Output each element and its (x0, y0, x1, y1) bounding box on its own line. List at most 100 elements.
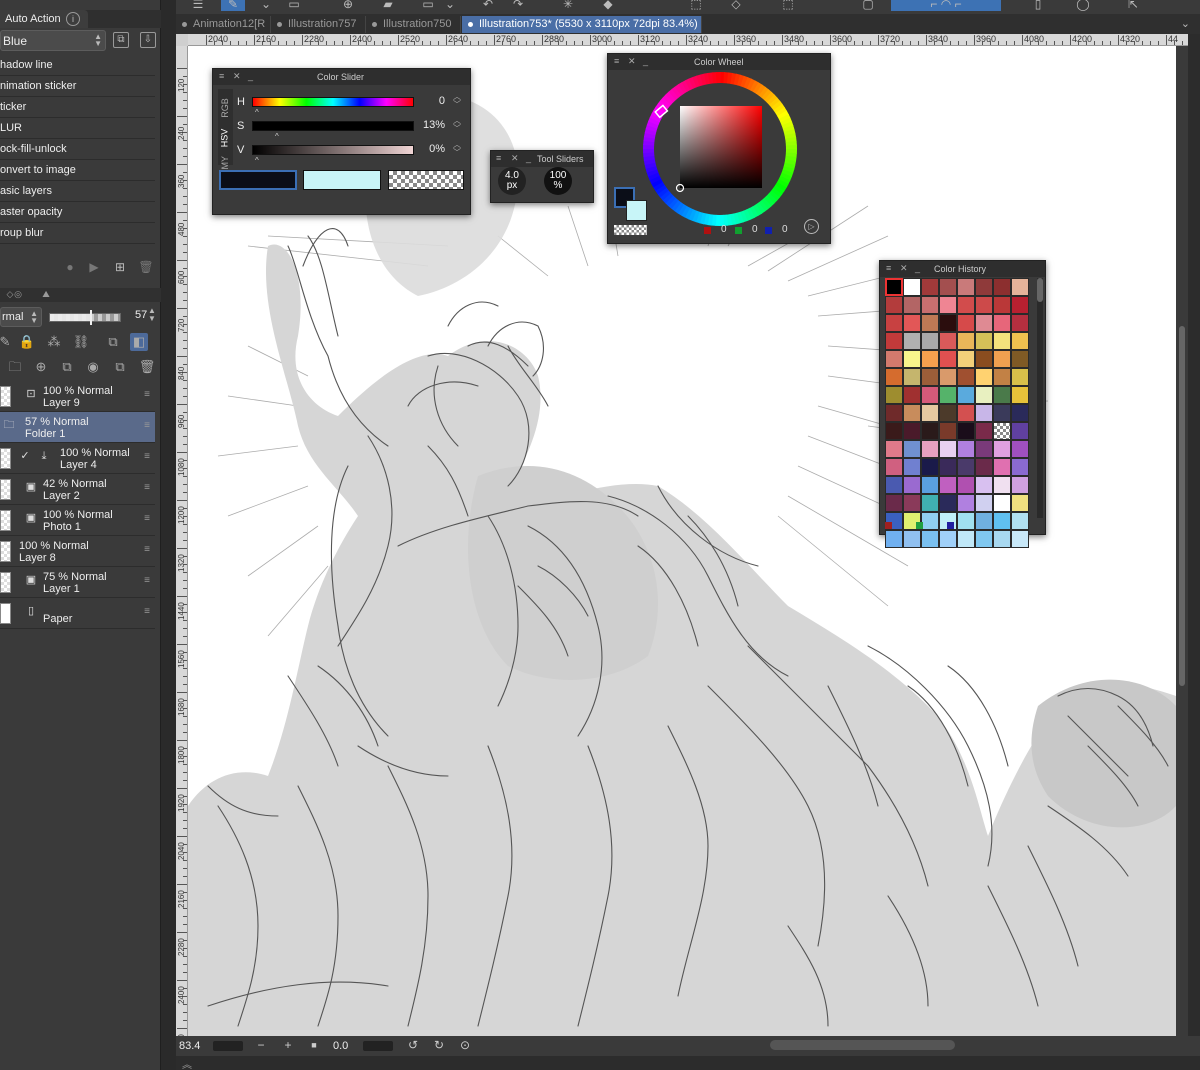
color-history-swatch[interactable] (993, 404, 1011, 422)
color-history-swatch[interactable] (939, 368, 957, 386)
layer-row[interactable]: 🗀 57 % Normal Folder 1 ≡ (0, 412, 155, 443)
trash-icon[interactable]: 🗑 (138, 358, 156, 376)
color-history-swatch[interactable] (885, 350, 903, 368)
layer-row[interactable]: ✓ ⤓ 100 % Normal Layer 4 ≡ (0, 443, 155, 474)
merge-icon[interactable]: ⧉ (58, 358, 76, 376)
value-slider[interactable] (252, 145, 414, 155)
tab-rgb[interactable]: RGB (220, 98, 230, 118)
color-history-swatch[interactable] (975, 458, 993, 476)
color-history-swatch[interactable] (957, 314, 975, 332)
layer-menu-icon[interactable]: ≡ (144, 482, 150, 493)
hue-caret-icon[interactable]: ^ (255, 108, 259, 117)
color-history-swatch[interactable] (993, 368, 1011, 386)
file-tab[interactable]: Illustration757 (271, 16, 366, 33)
vertical-scrollbar[interactable] (1176, 46, 1188, 1036)
hue-ring[interactable] (642, 71, 798, 227)
layer-menu-icon[interactable]: ≡ (144, 606, 150, 617)
zoom-slider[interactable] (213, 1041, 243, 1051)
color-history-swatch[interactable] (975, 476, 993, 494)
copy-icon[interactable]: ⧉ (113, 32, 129, 48)
zoom-out-icon[interactable]: − (254, 1038, 268, 1052)
color-history-swatch[interactable] (957, 368, 975, 386)
layer-add-icon[interactable]: ⊕ (336, 0, 360, 11)
chat-icon[interactable]: ◯ (1071, 0, 1095, 11)
color-history-swatch[interactable] (903, 476, 921, 494)
grip-icon[interactable]: ≡ (614, 56, 619, 66)
color-history-swatch[interactable] (993, 458, 1011, 476)
layer-row[interactable]: 100 % Normal Layer 8 ≡ (0, 536, 155, 567)
color-history-swatch[interactable] (939, 350, 957, 368)
color-history-swatch[interactable] (993, 476, 1011, 494)
close-icon[interactable]: ✕ (233, 71, 241, 82)
color-history-swatch[interactable] (885, 494, 903, 512)
color-history-swatch[interactable] (921, 476, 939, 494)
auto-action-item[interactable]: roup blur (0, 223, 155, 244)
blend-mode-select[interactable]: rmal ▲ ▼ (0, 307, 42, 327)
color-history-swatch[interactable] (921, 458, 939, 476)
trash-icon[interactable]: 🗑 (138, 260, 154, 276)
color-history-swatch[interactable] (885, 386, 903, 404)
selection-tools-icon[interactable]: ⌐ ◠ ⌐ (891, 0, 1001, 11)
minimize-icon[interactable]: _ (915, 263, 920, 273)
color-history-swatch[interactable] (975, 314, 993, 332)
grip-icon[interactable]: ≡ (886, 263, 891, 273)
color-history-swatch[interactable] (957, 530, 975, 548)
color-history-swatch[interactable] (993, 422, 1011, 440)
mask-icon[interactable]: ◉ (84, 358, 102, 376)
close-icon[interactable]: ✕ (900, 263, 908, 274)
saturation-value[interactable]: 13% (423, 119, 445, 131)
color-history-swatch[interactable] (993, 350, 1011, 368)
color-history-swatch[interactable] (939, 494, 957, 512)
color-history-swatch[interactable] (1011, 386, 1029, 404)
auto-action-item[interactable]: asic layers (0, 181, 155, 202)
nav-tab-icon[interactable]: ◎ (8, 289, 28, 301)
color-history-swatch[interactable] (957, 332, 975, 350)
sub-color-swatch[interactable] (626, 200, 647, 221)
layer-menu-icon[interactable]: ≡ (144, 513, 150, 524)
color-history-swatch[interactable] (903, 440, 921, 458)
rotation-slider[interactable] (363, 1041, 393, 1051)
color-history-swatch[interactable] (975, 332, 993, 350)
record-icon[interactable]: ● (62, 260, 78, 276)
hue-value[interactable]: 0 (439, 95, 445, 107)
tab-hsv[interactable]: HSV (219, 129, 229, 148)
new-layer-icon[interactable]: ⊕ (32, 358, 50, 376)
color-history-swatch[interactable] (975, 440, 993, 458)
color-history-swatch[interactable] (939, 278, 957, 296)
clear-icon[interactable]: ▭ (416, 0, 440, 11)
layer-menu-icon[interactable]: ≡ (144, 544, 150, 555)
reset-rotation-icon[interactable]: ⊙ (458, 1038, 472, 1052)
chevron-down-icon[interactable]: ⌄ (254, 0, 278, 11)
color-history-swatch[interactable] (1011, 494, 1029, 512)
undo-icon[interactable]: ↶ (476, 0, 500, 11)
layer-row[interactable]: ▣ 100 % Normal Photo 1 ≡ (0, 505, 155, 536)
color-history-swatch[interactable] (993, 332, 1011, 350)
info-icon[interactable]: i (66, 12, 80, 26)
color-history-swatch[interactable] (885, 422, 903, 440)
saturation-caret-icon[interactable]: ^ (275, 132, 279, 141)
color-history-swatch[interactable] (885, 530, 903, 548)
color-history-swatch[interactable] (921, 332, 939, 350)
menu-icon[interactable]: ☰ (186, 0, 210, 11)
color-history-swatch[interactable] (975, 494, 993, 512)
color-history-swatch[interactable] (1011, 350, 1029, 368)
color-history-swatch[interactable] (993, 386, 1011, 404)
fit-icon[interactable]: ■ (307, 1038, 321, 1052)
color-history-swatch[interactable] (939, 386, 957, 404)
vertical-scrollbar-thumb[interactable] (1179, 326, 1185, 686)
brush-opacity-dial[interactable]: 100 % (544, 167, 572, 195)
color-history-swatch[interactable] (939, 404, 957, 422)
grip-icon[interactable]: ≡ (496, 153, 501, 163)
mountain-tab-icon[interactable]: ⛰ (36, 289, 56, 301)
color-history-swatch[interactable] (903, 422, 921, 440)
chevron-updown-icon[interactable]: ︿ ﹀ (453, 93, 461, 109)
color-history-swatch[interactable] (885, 278, 903, 296)
color-history-swatch[interactable] (903, 458, 921, 476)
color-history-swatch[interactable] (885, 332, 903, 350)
eraser-tool-icon[interactable]: ◇ (724, 0, 748, 11)
auto-action-item[interactable]: aster opacity (0, 202, 155, 223)
color-history-scrollbar[interactable] (1037, 278, 1043, 518)
loading-icon[interactable]: ✳ (556, 0, 580, 11)
color-history-swatch[interactable] (885, 404, 903, 422)
color-history-swatch[interactable] (993, 314, 1011, 332)
